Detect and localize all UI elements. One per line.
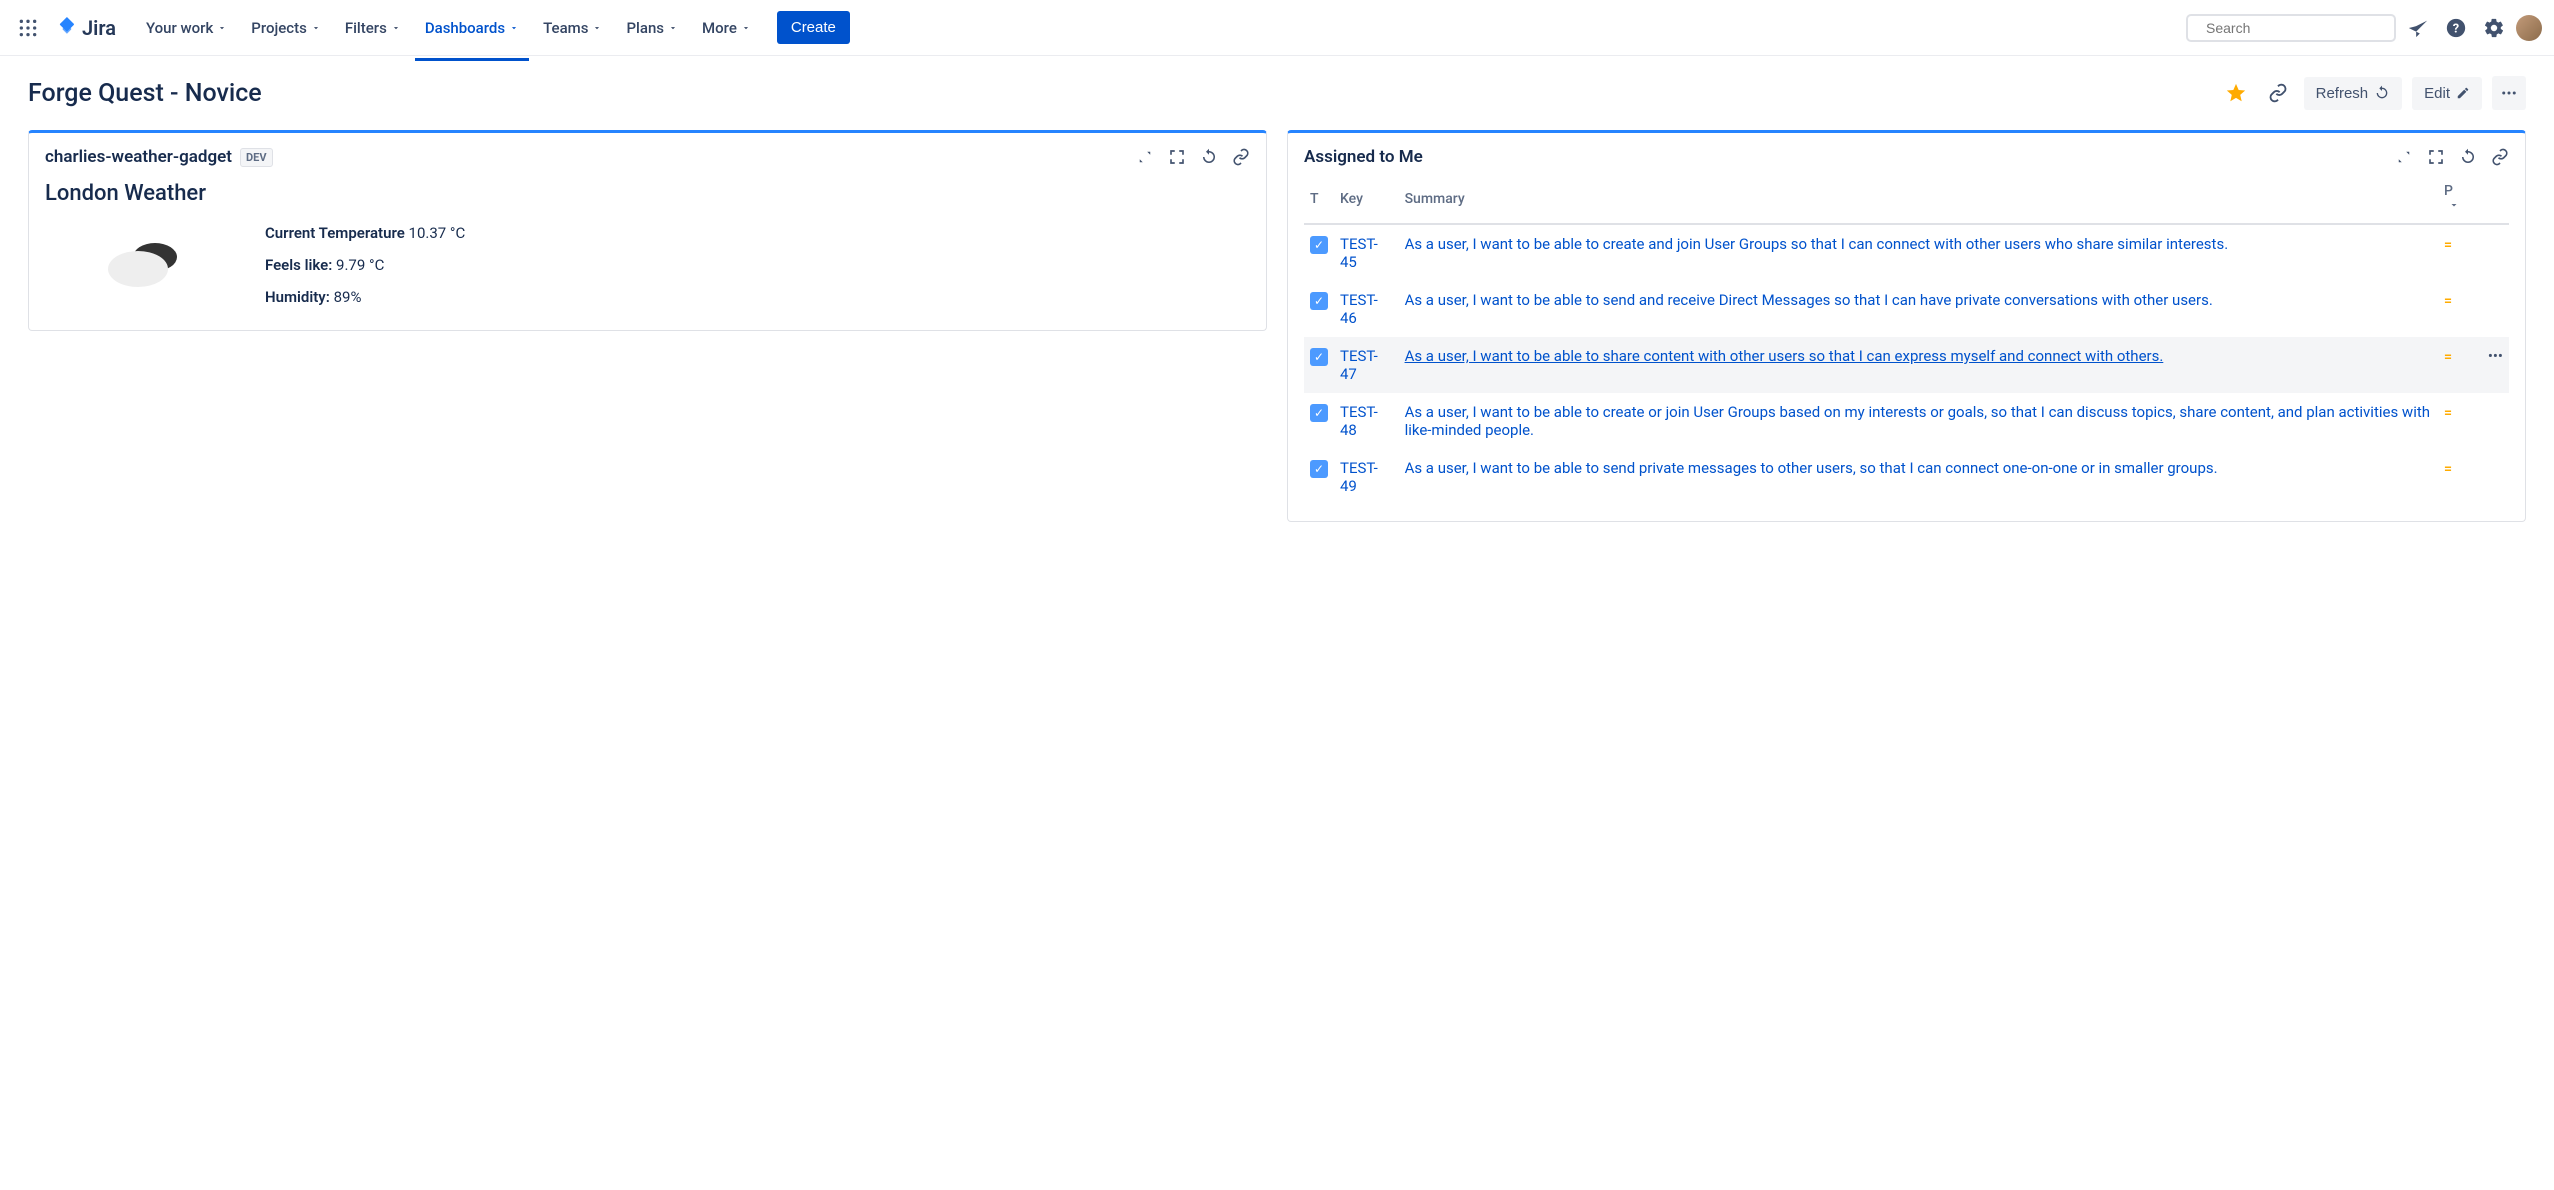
page-title: Forge Quest - Novice — [28, 79, 262, 108]
nav-more[interactable]: More — [692, 11, 761, 45]
more-horizontal-icon — [2500, 84, 2518, 102]
create-button[interactable]: Create — [777, 11, 850, 44]
page-header: Forge Quest - Novice Refresh Edit — [28, 76, 2526, 110]
share-link-icon[interactable] — [2262, 77, 2294, 109]
issue-key-link[interactable]: TEST-48 — [1340, 403, 1378, 439]
nav-filters[interactable]: Filters — [335, 11, 411, 45]
user-avatar[interactable] — [2516, 15, 2542, 41]
refresh-icon[interactable] — [1200, 148, 1218, 166]
col-key[interactable]: Key — [1334, 175, 1399, 224]
col-type[interactable]: T — [1304, 175, 1334, 224]
task-type-icon: ✓ — [1310, 404, 1328, 422]
nav-projects[interactable]: Projects — [241, 11, 331, 45]
refresh-icon[interactable] — [2459, 148, 2477, 166]
nav-plans[interactable]: Plans — [616, 11, 688, 45]
weather-title: London Weather — [29, 175, 1266, 216]
gadget-name: charlies-weather-gadget — [45, 147, 232, 167]
chevron-down-icon — [509, 23, 519, 33]
gadget-title: Assigned to Me — [1304, 147, 1423, 167]
jira-logo-icon — [56, 17, 78, 39]
chevron-down-icon — [391, 23, 401, 33]
task-type-icon: ✓ — [1310, 348, 1328, 366]
jira-logo[interactable]: Jira — [48, 16, 124, 40]
search-box[interactable] — [2186, 14, 2396, 42]
settings-icon[interactable] — [2478, 12, 2510, 44]
weather-condition-icon — [45, 235, 245, 295]
dev-badge: DEV — [240, 148, 273, 167]
table-row: ✓ TEST-45 As a user, I want to be able to … — [1304, 224, 2509, 281]
product-name: Jira — [82, 16, 116, 40]
col-priority[interactable]: P — [2438, 175, 2474, 224]
primary-nav: Your work Projects Filters Dashboards Te… — [136, 11, 850, 45]
chevron-down-icon — [741, 23, 751, 33]
refresh-icon — [2374, 85, 2390, 101]
issue-summary-link[interactable]: As a user, I want to be able to send and… — [1405, 291, 2213, 309]
task-type-icon: ✓ — [1310, 236, 1328, 254]
more-button[interactable] — [2492, 76, 2526, 110]
minimize-icon[interactable] — [2395, 148, 2413, 166]
table-row: ✓ TEST-46 As a user, I want to be able to … — [1304, 281, 2509, 337]
notifications-icon[interactable] — [2402, 12, 2434, 44]
row-more-icon[interactable]: ••• — [2480, 347, 2503, 365]
link-icon[interactable] — [1232, 148, 1250, 166]
table-row: ✓ TEST-48 As a user, I want to be able to … — [1304, 393, 2509, 449]
priority-icon: = — [2444, 293, 2452, 309]
priority-icon: = — [2444, 405, 2452, 421]
maximize-icon[interactable] — [1168, 148, 1186, 166]
header-right: ? — [2186, 12, 2542, 44]
chevron-down-icon — [592, 23, 602, 33]
minimize-icon[interactable] — [1136, 148, 1154, 166]
issue-summary-link[interactable]: As a user, I want to be able to share co… — [1405, 347, 2164, 365]
nav-teams[interactable]: Teams — [533, 11, 612, 45]
chevron-down-icon — [311, 23, 321, 33]
humidity-row: Humidity: 89% — [265, 288, 1250, 306]
help-icon[interactable]: ? — [2440, 12, 2472, 44]
issue-key-link[interactable]: TEST-47 — [1340, 347, 1378, 383]
search-input[interactable] — [2206, 20, 2387, 36]
issue-summary-link[interactable]: As a user, I want to be able to send pri… — [1405, 459, 2218, 477]
priority-icon: = — [2444, 461, 2452, 477]
app-switcher-icon[interactable] — [12, 12, 44, 44]
star-icon[interactable] — [2220, 77, 2252, 109]
assigned-table: T Key Summary P ✓ TEST-45 As a user, I wan… — [1304, 175, 2509, 505]
col-summary[interactable]: Summary — [1399, 175, 2438, 224]
pencil-icon — [2456, 86, 2470, 100]
edit-button[interactable]: Edit — [2412, 77, 2482, 110]
global-header: Jira Your work Projects Filters Dashboar… — [0, 0, 2554, 56]
weather-gadget: charlies-weather-gadget DEV London Weath… — [28, 130, 1267, 331]
chevron-down-icon — [2448, 199, 2460, 211]
feels-like-row: Feels like: 9.79 °C — [265, 256, 1250, 274]
nav-dashboards[interactable]: Dashboards — [415, 11, 529, 45]
priority-icon: = — [2444, 237, 2452, 253]
issue-summary-link[interactable]: As a user, I want to be able to create o… — [1405, 403, 2430, 439]
maximize-icon[interactable] — [2427, 148, 2445, 166]
task-type-icon: ✓ — [1310, 292, 1328, 310]
issue-summary-link[interactable]: As a user, I want to be able to create a… — [1405, 235, 2229, 253]
refresh-button[interactable]: Refresh — [2304, 77, 2403, 110]
chevron-down-icon — [668, 23, 678, 33]
issue-key-link[interactable]: TEST-46 — [1340, 291, 1378, 327]
table-row: ✓ TEST-47 As a user, I want to be able to … — [1304, 337, 2509, 393]
nav-your-work[interactable]: Your work — [136, 11, 237, 45]
page-actions: Refresh Edit — [2220, 76, 2526, 110]
table-row: ✓ TEST-49 As a user, I want to be able to … — [1304, 449, 2509, 505]
chevron-down-icon — [217, 23, 227, 33]
task-type-icon: ✓ — [1310, 460, 1328, 478]
priority-icon: = — [2444, 349, 2452, 365]
assigned-gadget: Assigned to Me T Key Summary P ✓TEST-45A — [1287, 130, 2526, 522]
svg-text:?: ? — [2453, 21, 2459, 36]
issue-key-link[interactable]: TEST-49 — [1340, 459, 1378, 495]
issue-key-link[interactable]: TEST-45 — [1340, 235, 1378, 271]
link-icon[interactable] — [2491, 148, 2509, 166]
temperature-row: Current Temperature 10.37 °C — [265, 224, 1250, 242]
page-content: Forge Quest - Novice Refresh Edit charli… — [0, 56, 2554, 542]
dashboard-cards: charlies-weather-gadget DEV London Weath… — [28, 130, 2526, 522]
